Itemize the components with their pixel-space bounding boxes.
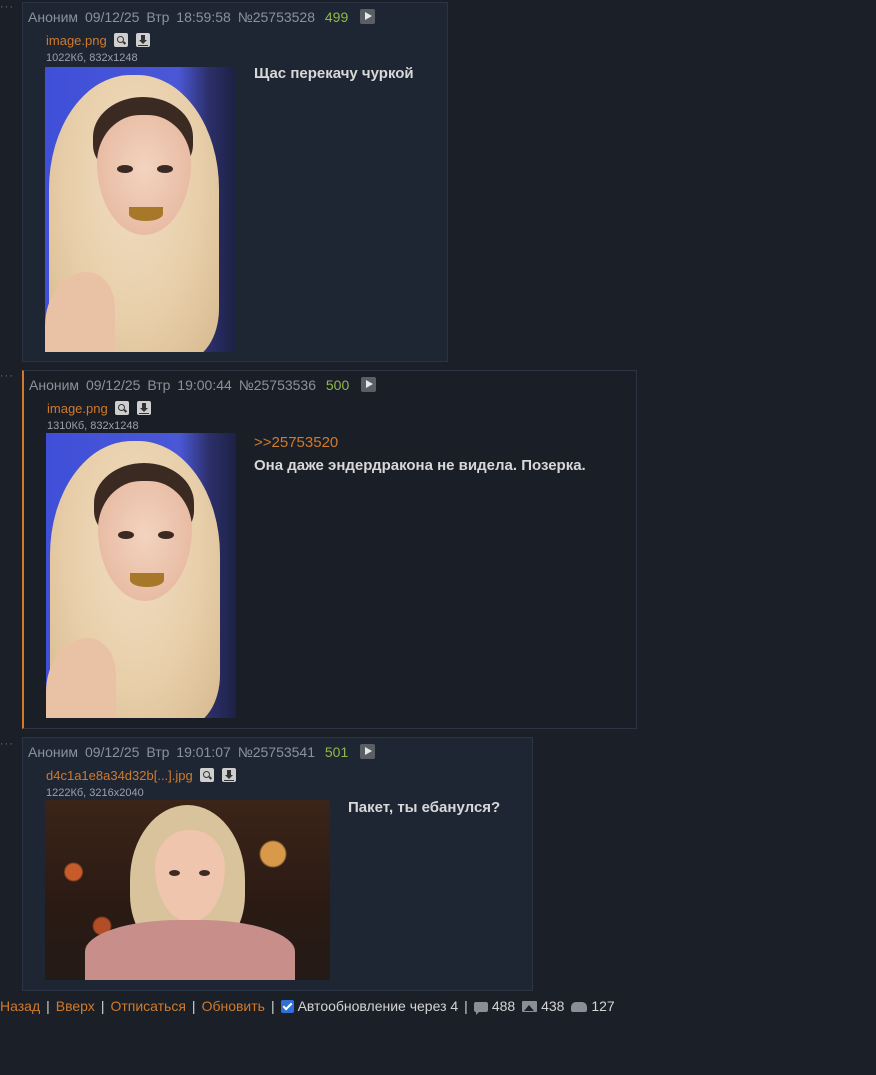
download-icon[interactable] [136,401,151,415]
thread-footer: Назад | Вверх | Отписаться | Обновить | Автообно… [0,998,615,1015]
post-text: Пакет, ты ебанулся? [348,799,501,816]
post-author: Аноним [28,744,79,760]
post-count: 501 [324,744,349,760]
file-name[interactable]: image.png [46,33,107,48]
post-count: 499 [324,9,349,25]
post-time: 19:01:07 [176,744,231,760]
post: Аноним 09/12/25 Втр 18:59:58 №25753528 4… [22,2,448,362]
post-menu-dots[interactable]: ··· [0,2,18,13]
search-icon[interactable] [115,401,130,415]
post-date: 09/12/25 [84,744,140,760]
file-name[interactable]: image.png [47,401,108,416]
play-icon[interactable] [360,744,376,759]
post-count: 500 [325,377,350,393]
users-icon [571,1002,588,1012]
file-line: d4c1a1e8a34d32b[...].jpg [46,768,236,783]
comment-icon [473,1002,488,1015]
post-message: >>25753520 Она даже эндердракона не виде… [254,431,586,477]
post-weekday: Втр [146,744,170,760]
post-date: 09/12/25 [85,377,141,393]
users-count: 127 [591,998,615,1014]
autoupdate-label: Автообновление через 4 [297,998,459,1014]
download-icon[interactable] [222,768,236,782]
post-header: Аноним 09/12/25 Втр 19:01:07 №25753541 5… [28,744,378,760]
post-menu-dots[interactable]: ··· [0,739,18,750]
unsubscribe-link[interactable]: Отписаться [110,998,185,1014]
post-number[interactable]: №25753541 [238,744,315,760]
post-weekday: Втр [147,377,171,393]
file-meta: 1310Кб, 832x1248 [47,420,139,432]
file-meta: 1222Кб, 3216x2040 [46,787,144,799]
file-name[interactable]: d4c1a1e8a34d32b[...].jpg [46,768,193,783]
image-icon [522,1001,538,1012]
post-header: Аноним 09/12/25 Втр 18:59:58 №25753528 4… [28,9,378,25]
post-message: Щас перекачу чуркой [254,65,414,82]
post-author: Аноним [28,9,79,25]
reply-link[interactable]: >>25753520 [254,431,586,454]
back-link[interactable]: Назад [0,998,40,1014]
post-author: Аноним [29,377,80,393]
post-menu-dots[interactable]: ··· [0,371,18,382]
search-icon[interactable] [200,768,215,782]
post-weekday: Втр [146,9,170,25]
play-icon[interactable] [360,9,376,24]
autoupdate-checkbox[interactable] [280,1000,294,1013]
file-line: image.png [46,33,150,48]
post-thumbnail[interactable] [45,67,235,352]
images-count: 438 [541,998,565,1014]
post-message: Пакет, ты ебанулся? [348,799,500,816]
play-icon[interactable] [361,377,377,392]
post-text: Щас перекачу чуркой [254,65,414,82]
post-text: Она даже эндердракона не видела. Позерка… [254,457,586,474]
file-meta: 1022Кб, 832x1248 [46,52,138,64]
post-header: Аноним 09/12/25 Втр 19:00:44 №25753536 5… [29,377,379,393]
post: Аноним 09/12/25 Втр 19:00:44 №25753536 5… [22,370,637,729]
post-thumbnail[interactable] [45,800,330,980]
post-date: 09/12/25 [84,9,140,25]
post-time: 19:00:44 [177,377,232,393]
download-icon[interactable] [135,33,150,47]
post-number[interactable]: №25753536 [239,377,316,393]
post-number[interactable]: №25753528 [238,9,315,25]
posts-count: 488 [491,998,516,1014]
post-time: 18:59:58 [176,9,231,25]
file-line: image.png [47,401,151,416]
top-link[interactable]: Вверх [56,998,95,1014]
post: Аноним 09/12/25 Втр 19:01:07 №25753541 5… [22,737,533,991]
search-icon[interactable] [114,33,129,47]
refresh-link[interactable]: Обновить [202,998,265,1014]
post-thumbnail[interactable] [46,433,236,718]
